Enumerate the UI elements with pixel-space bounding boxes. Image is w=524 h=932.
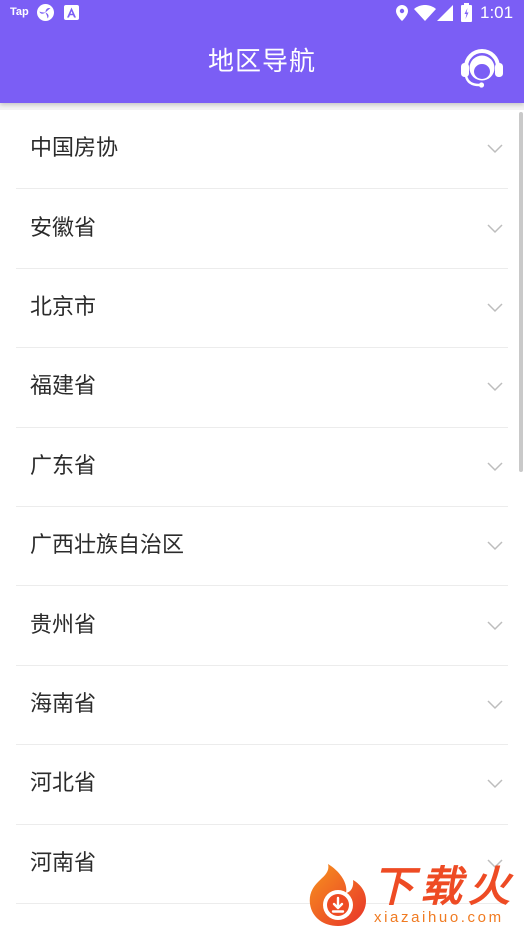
location-icon xyxy=(396,5,408,21)
region-item[interactable]: 海南省 xyxy=(16,666,508,746)
chevron-down-icon xyxy=(487,144,503,154)
cell-signal-icon xyxy=(437,5,453,21)
region-item[interactable]: 福建省 xyxy=(16,348,508,428)
page-title: 地区导航 xyxy=(207,47,316,77)
region-item[interactable]: 北京市 xyxy=(16,269,508,349)
chevron-down-icon xyxy=(487,303,503,313)
status-time: 1:01 xyxy=(480,3,514,22)
chevron-down-icon xyxy=(487,462,503,471)
region-label: 河南省 xyxy=(30,850,97,876)
chevron-down-icon xyxy=(487,700,503,709)
chevron-down-icon xyxy=(487,224,503,233)
region-label: 贵州省 xyxy=(30,612,97,638)
region-label: 广东省 xyxy=(30,453,97,479)
region-item[interactable]: 广东省 xyxy=(16,428,508,507)
chevron-down-icon xyxy=(487,382,503,392)
region-label: 北京市 xyxy=(30,294,97,320)
region-label: 福建省 xyxy=(30,374,97,400)
chevron-down-icon xyxy=(487,541,503,551)
region-label: 安徽省 xyxy=(30,215,97,241)
toolbar: 地区导航 xyxy=(0,26,524,103)
flame-download-icon xyxy=(309,864,366,926)
region-label: 广西壮族自治区 xyxy=(30,533,185,559)
watermark-brand: 下载火 xyxy=(372,862,517,911)
watermark-domain: xiazaihuo.com xyxy=(374,909,504,926)
chevron-down-icon xyxy=(487,779,503,789)
tap-notification-label: Tap xyxy=(10,6,29,18)
list-top-spacer xyxy=(0,103,524,110)
region-item[interactable]: 中国房协 xyxy=(16,110,508,190)
region-item[interactable]: 贵州省 xyxy=(16,586,508,666)
region-item[interactable]: 安徽省 xyxy=(16,189,508,269)
customer-service-headset-icon xyxy=(461,49,503,88)
swirl-app-icon xyxy=(37,4,54,21)
list-scrollbar[interactable] xyxy=(519,112,523,472)
app-bar: Tap 1:01 地区导航 xyxy=(0,0,524,103)
region-list: 中国房协 安徽省 北京市 福建省 广东省 广西壮族自治区 贵州省 海南省 河北省… xyxy=(16,110,508,904)
screen: Tap 1:01 地区导航 中国房协 安徽省 北京市 福建省 广东省 广西壮族自… xyxy=(0,0,524,932)
region-item[interactable]: 河北省 xyxy=(16,745,508,825)
battery-icon xyxy=(461,3,472,22)
region-item[interactable]: 广西壮族自治区 xyxy=(16,507,508,587)
watermark: 下载火 xiazaihuo.com xyxy=(306,860,522,930)
status-bar: Tap 1:01 xyxy=(0,0,524,26)
region-label: 海南省 xyxy=(30,691,97,717)
a-app-icon xyxy=(64,5,79,20)
customer-service-button[interactable] xyxy=(458,44,506,88)
chevron-down-icon xyxy=(487,621,503,630)
region-label: 河北省 xyxy=(30,771,97,797)
wifi-icon xyxy=(414,5,436,21)
region-label: 中国房协 xyxy=(30,136,119,162)
